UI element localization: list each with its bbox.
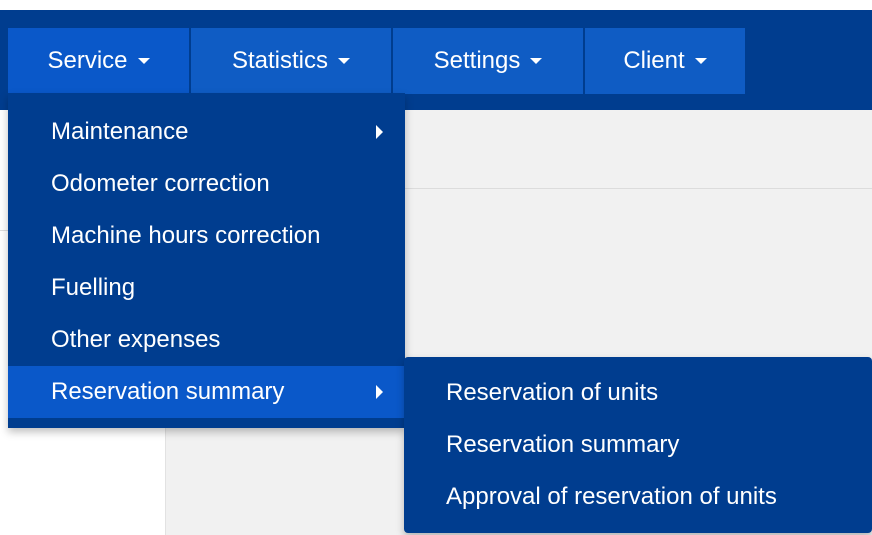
menu-item-label: Fuelling <box>51 274 136 301</box>
menu-item-fuelling[interactable]: Fuelling <box>8 262 405 314</box>
nav-settings-label: Settings <box>433 47 521 74</box>
caret-down-icon <box>338 58 351 64</box>
menu-item-machine-hours-correction[interactable]: Machine hours correction <box>8 210 405 262</box>
caret-down-icon <box>530 58 543 64</box>
submenu-item-approval-of-reservation[interactable]: Approval of reservation of units <box>404 471 872 523</box>
submenu-item-label: Approval of reservation of units <box>446 483 777 510</box>
nav-client-label: Client <box>623 47 685 74</box>
submenu-item-reservation-of-units[interactable]: Reservation of units <box>404 367 872 419</box>
nav-service-label: Service <box>47 47 128 74</box>
nav-settings[interactable]: Settings <box>393 28 585 94</box>
submenu-item-reservation-summary[interactable]: Reservation summary <box>404 419 872 471</box>
reservation-submenu: Reservation of units Reservation summary… <box>404 357 872 533</box>
menu-item-reservation-summary[interactable]: Reservation summary <box>8 366 405 418</box>
service-dropdown: Maintenance Odometer correction Machine … <box>8 93 405 428</box>
nav-menu: Service Statistics Settings Client <box>8 28 745 94</box>
menu-item-label: Other expenses <box>51 326 221 353</box>
nav-service[interactable]: Service <box>8 28 191 94</box>
menu-item-maintenance[interactable]: Maintenance <box>8 106 405 158</box>
submenu-item-label: Reservation of units <box>446 379 659 406</box>
caret-down-icon <box>694 58 707 64</box>
caret-down-icon <box>137 58 150 64</box>
nav-statistics[interactable]: Statistics <box>191 28 393 94</box>
menu-item-label: Odometer correction <box>51 170 270 197</box>
nav-client[interactable]: Client <box>585 28 745 94</box>
top-strip <box>0 0 872 10</box>
submenu-item-label: Reservation summary <box>446 431 680 458</box>
menu-item-label: Machine hours correction <box>51 222 321 249</box>
nav-statistics-label: Statistics <box>231 47 329 74</box>
menu-item-odometer-correction[interactable]: Odometer correction <box>8 158 405 210</box>
chevron-right-icon <box>376 385 383 399</box>
menu-item-label: Reservation summary <box>51 378 285 405</box>
menu-item-label: Maintenance <box>51 118 189 145</box>
menu-item-other-expenses[interactable]: Other expenses <box>8 314 405 366</box>
chevron-right-icon <box>376 125 383 139</box>
